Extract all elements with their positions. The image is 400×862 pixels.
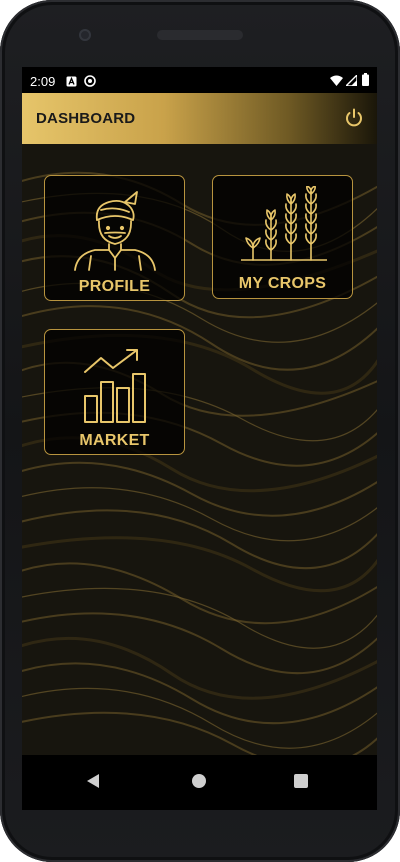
sync-icon [84, 75, 96, 90]
back-icon [87, 774, 99, 788]
status-time: 2:09 [30, 74, 56, 89]
market-tile[interactable]: MARKET [44, 329, 185, 455]
back-button[interactable] [86, 773, 100, 794]
growth-chart-icon [84, 349, 146, 423]
my-crops-tile[interactable]: MY CROPS [212, 175, 353, 299]
screen: 2:09 DASHBOARD PROFILE MY CROPS MARKET [22, 67, 377, 810]
app-bar: DASHBOARD [22, 93, 377, 144]
system-nav-bar [22, 755, 377, 810]
battery-icon [362, 73, 369, 89]
recents-button[interactable] [294, 774, 308, 793]
status-bar: 2:09 [22, 67, 377, 93]
earpiece-speaker [157, 30, 243, 40]
dashboard-content: PROFILE MY CROPS MARKET [22, 144, 377, 755]
page-title: DASHBOARD [36, 110, 136, 127]
notification-a-icon [66, 75, 77, 90]
signal-icon [344, 73, 358, 89]
wheat-icon [241, 186, 327, 261]
profile-tile[interactable]: PROFILE [44, 175, 185, 301]
market-label: MARKET [79, 432, 150, 449]
profile-label: PROFILE [78, 278, 151, 295]
phone-frame: 2:09 DASHBOARD PROFILE MY CROPS MARKET [0, 0, 400, 862]
front-camera [79, 29, 91, 41]
home-icon [192, 774, 206, 788]
recents-icon [294, 774, 308, 788]
my-crops-label: MY CROPS [238, 275, 327, 292]
farmer-icon [74, 191, 156, 271]
power-icon [346, 108, 362, 127]
home-button[interactable] [191, 773, 207, 794]
wifi-icon [330, 74, 343, 89]
logout-button[interactable] [342, 106, 366, 130]
